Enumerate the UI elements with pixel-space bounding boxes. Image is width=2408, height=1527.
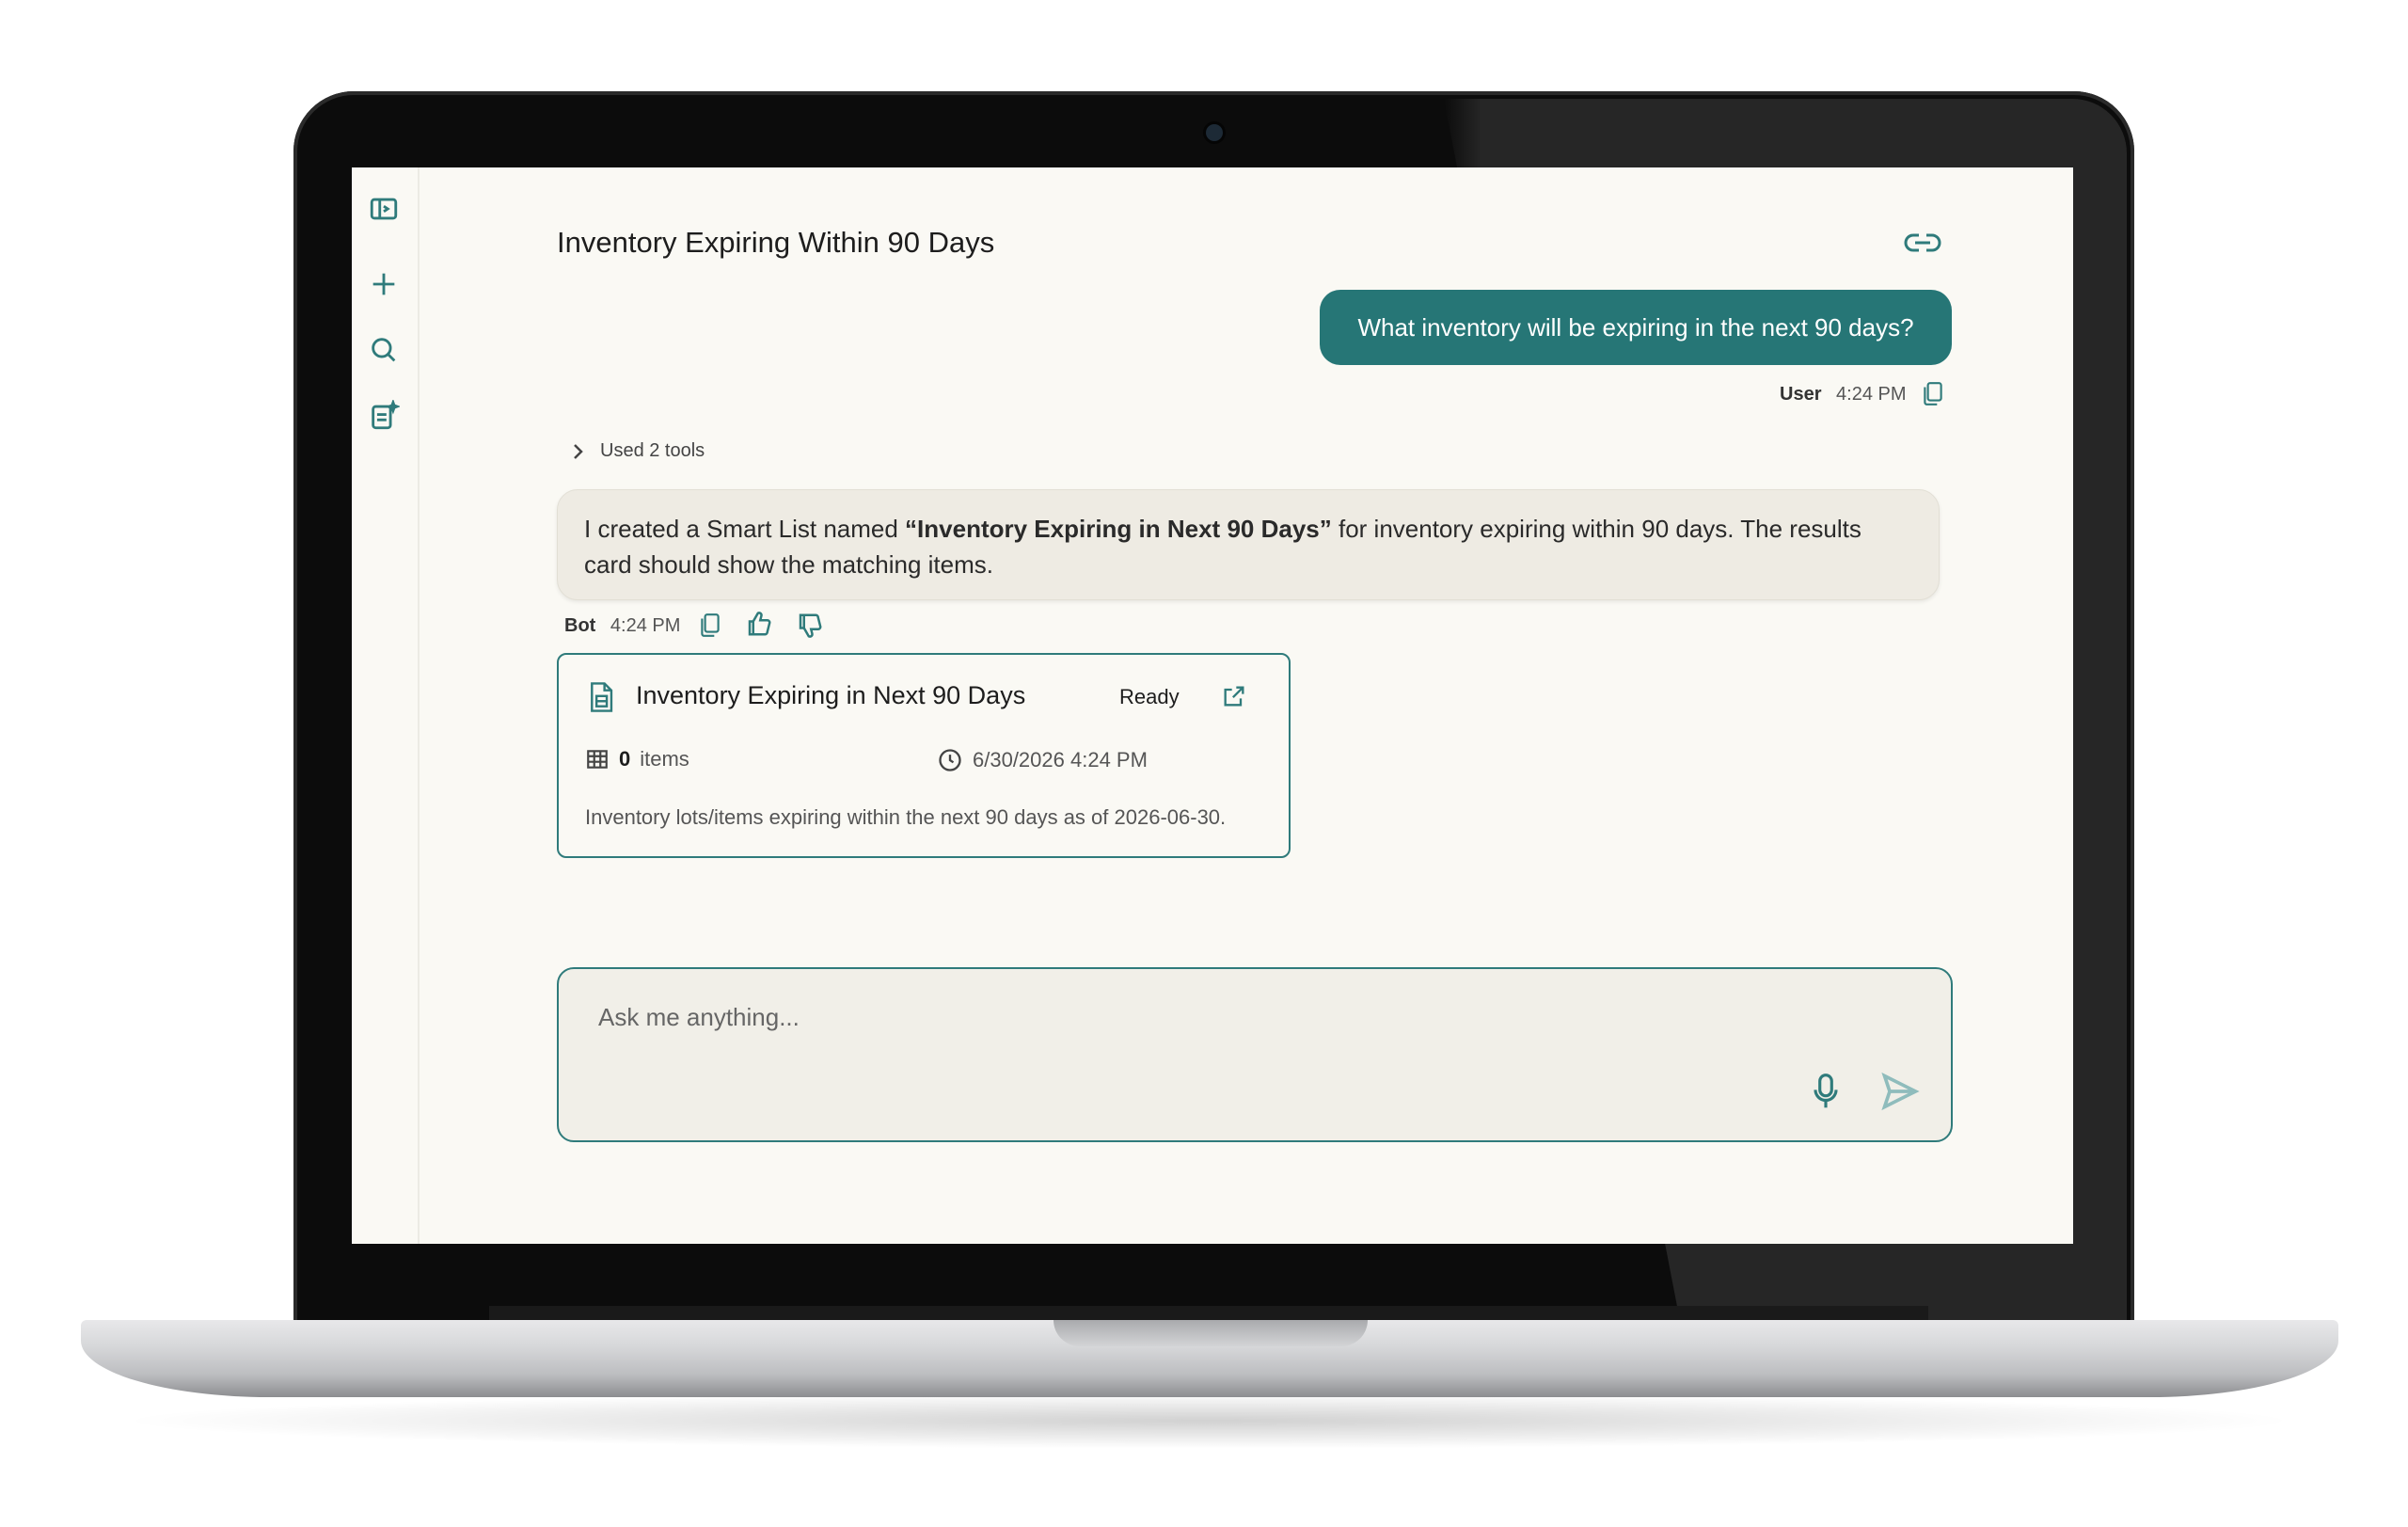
tools-disclosure[interactable]: Used 2 tools [570,440,705,462]
copy-icon[interactable] [1921,380,1945,406]
message-composer [557,967,1953,1142]
copy-icon[interactable] [698,612,722,638]
laptop-shadow [113,1392,2305,1449]
item-count-label: items [640,747,689,771]
user-message-bubble: What inventory will be expiring in the n… [1320,290,1952,365]
sidebar-toggle-icon[interactable] [365,190,403,228]
bot-message-meta: Bot 4:24 PM [564,615,680,637]
bot-sender-label: Bot [564,615,596,636]
user-message-meta: User 4:24 PM [1780,384,1907,406]
card-title: Inventory Expiring in Next 90 Days [636,681,1026,709]
link-icon[interactable] [1902,226,1943,260]
bot-message-highlight: “Inventory Expiring in Next 90 Days” [905,515,1332,543]
status-badge: Ready [1119,685,1180,708]
bot-message-time: 4:24 PM [610,615,681,636]
sidebar-rail [352,167,420,1244]
bot-message-prefix: I created a Smart List named [584,515,906,543]
plus-icon[interactable] [365,265,403,303]
thumbs-up-icon[interactable] [745,610,773,638]
bot-message-bubble: I created a Smart List named “Inventory … [557,489,1940,600]
page-title: Inventory Expiring Within 90 Days [557,226,995,259]
card-item-count: 0 items [585,747,689,771]
chevron-right-icon [574,443,583,459]
card-description: Inventory lots/items expiring within the… [585,805,1227,829]
user-message-time: 4:24 PM [1836,384,1907,405]
send-icon[interactable] [1879,1071,1921,1112]
clipboard-sparkle-icon[interactable] [365,397,403,435]
search-icon[interactable] [365,331,403,369]
laptop-notch [1054,1320,1368,1346]
tools-label: Used 2 tools [600,440,705,461]
user-sender-label: User [1780,384,1822,405]
thumbs-down-icon[interactable] [796,612,824,640]
clock-icon [939,749,961,771]
external-link-icon[interactable] [1221,683,1247,709]
table-icon [587,750,608,769]
card-timestamp: 6/30/2026 4:24 PM [937,747,1148,773]
document-icon [587,681,615,713]
chat-input[interactable] [596,997,1823,1037]
card-timestamp-value: 6/30/2026 4:24 PM [973,748,1148,771]
item-count-value: 0 [619,747,631,771]
microphone-icon[interactable] [1808,1071,1844,1112]
webcam [1206,124,1223,141]
smart-list-card[interactable]: Inventory Expiring in Next 90 Days Ready… [557,653,1291,858]
app-screen: Inventory Expiring Within 90 Days What i… [352,167,2073,1244]
